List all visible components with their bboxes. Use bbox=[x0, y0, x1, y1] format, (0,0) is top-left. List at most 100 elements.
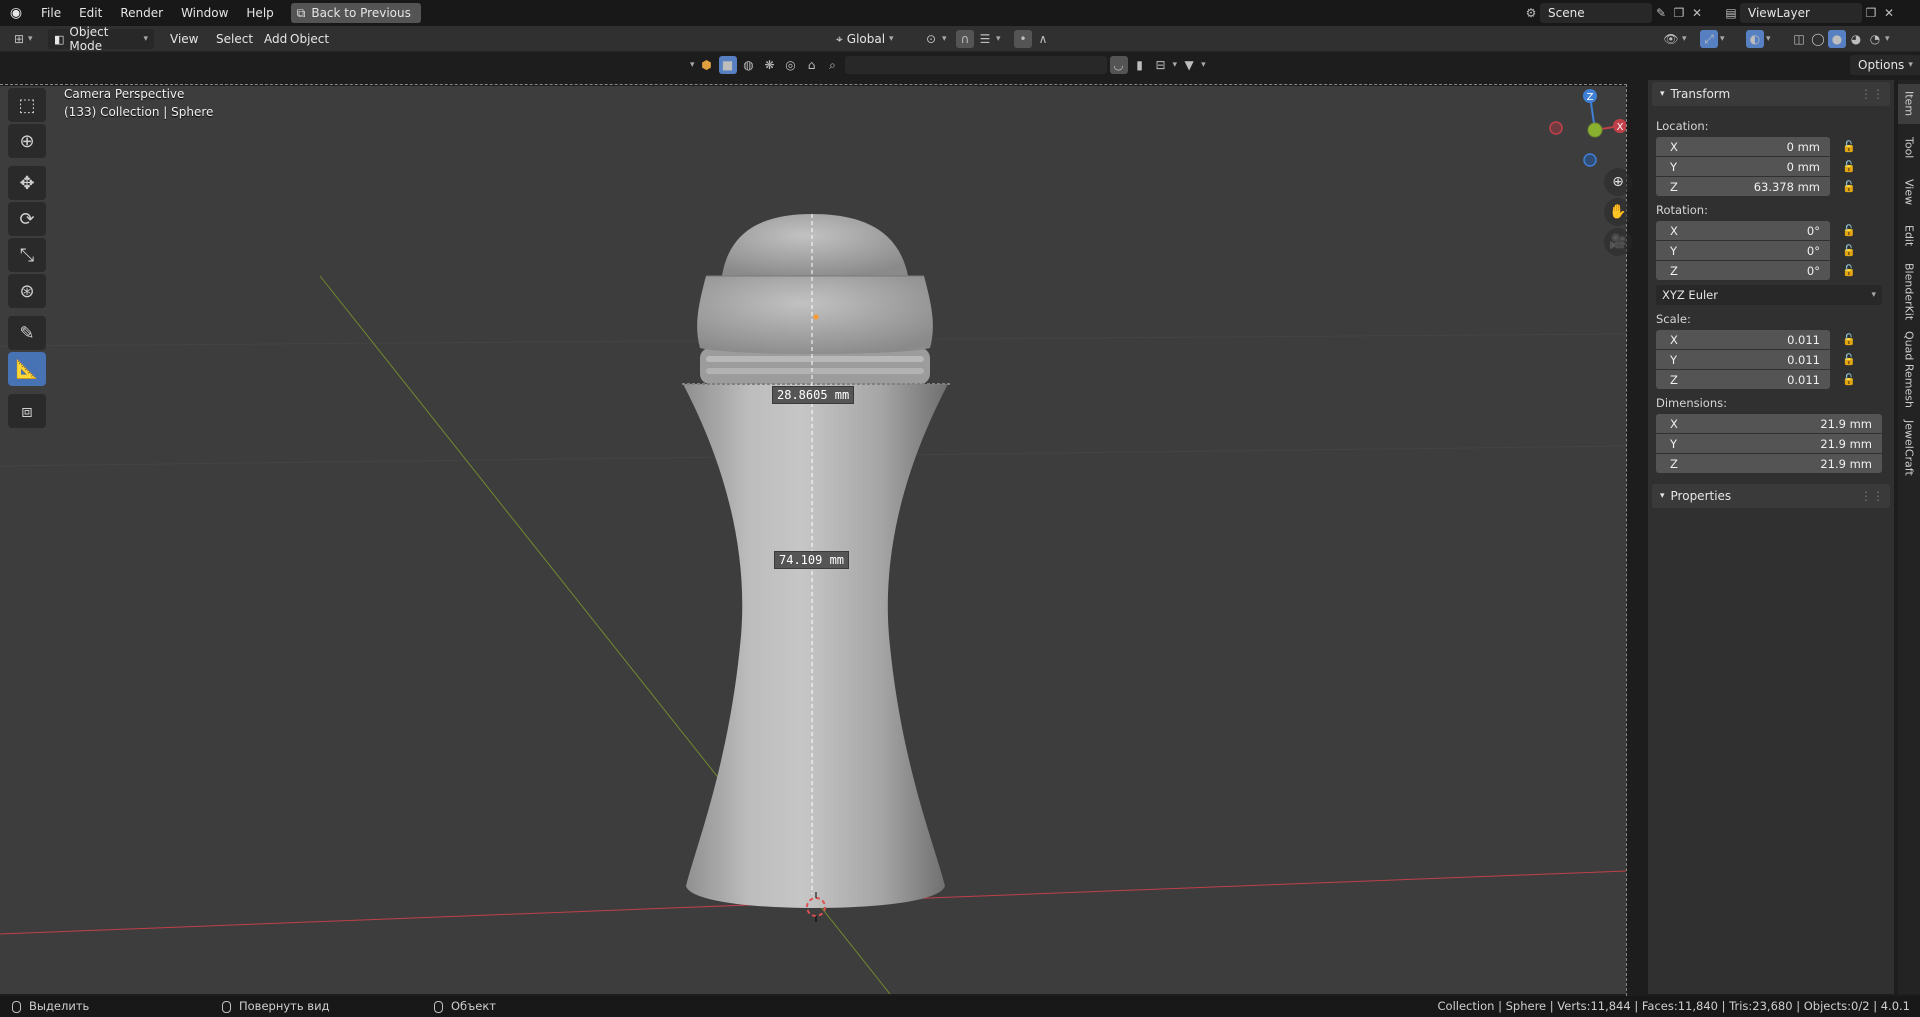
sphere-filter-icon[interactable]: ◍ bbox=[740, 56, 758, 74]
tab-edit[interactable]: Edit bbox=[1898, 216, 1920, 256]
camera-filter-icon[interactable]: ⌂ bbox=[803, 56, 821, 74]
shading-controls[interactable]: ◫ ◯ ● ◕ ◔ ▾ bbox=[1790, 29, 1890, 49]
dimensions-x-field[interactable]: X 21.9 mm bbox=[1656, 414, 1882, 433]
properties-panel-header[interactable]: ▾ Properties ⋮⋮ bbox=[1652, 484, 1890, 508]
lock-icon[interactable]: 🔓 bbox=[1830, 373, 1856, 386]
menu-edit[interactable]: Edit bbox=[70, 0, 111, 26]
new-view-layer-icon[interactable]: ❐ bbox=[1862, 4, 1880, 22]
rotate-tool[interactable]: ⟳ bbox=[8, 202, 46, 236]
gizmo-icon[interactable]: ⤢ bbox=[1700, 30, 1718, 48]
eye-icon[interactable]: 👁 bbox=[1662, 30, 1680, 48]
close-view-layer-icon[interactable]: ✕ bbox=[1880, 4, 1898, 22]
tab-tool[interactable]: Tool bbox=[1898, 128, 1920, 168]
roller-ball[interactable] bbox=[722, 214, 908, 276]
overlays-dropdown[interactable]: ◐ ▾ bbox=[1746, 29, 1771, 49]
lock-icon[interactable]: 🔓 bbox=[1830, 224, 1856, 237]
wireframe-shading-icon[interactable]: ◯ bbox=[1809, 30, 1827, 48]
rotation-mode-dropdown[interactable]: XYZ Euler ▾ bbox=[1656, 285, 1882, 305]
lock-icon[interactable]: 🔓 bbox=[1830, 333, 1856, 346]
material-filter-icon[interactable]: ❋ bbox=[761, 56, 779, 74]
menu-render[interactable]: Render bbox=[111, 0, 172, 26]
tab-quad-remesh[interactable]: Quad Remesh bbox=[1898, 330, 1920, 408]
transform-panel-header[interactable]: ▾ Transform ⋮⋮ bbox=[1652, 82, 1890, 106]
menu-select[interactable]: Select bbox=[210, 26, 259, 52]
tab-jewelcraft[interactable]: JewelCraft bbox=[1898, 414, 1920, 482]
dimensions-y-field[interactable]: Y 21.9 mm bbox=[1656, 434, 1882, 453]
cursor-tool[interactable]: ⊕ bbox=[8, 124, 46, 158]
falloff-icon[interactable]: ∧ bbox=[1034, 30, 1052, 48]
overlays-icon[interactable]: ◐ bbox=[1746, 30, 1764, 48]
menu-file[interactable]: File bbox=[32, 0, 70, 26]
mode-dropdown[interactable]: ◧ Object Mode ▾ bbox=[48, 25, 154, 53]
proportional-editing-controls[interactable]: • ∧ bbox=[1014, 29, 1052, 49]
filter-search-input[interactable] bbox=[844, 56, 1107, 74]
pin-icon[interactable]: ✎ bbox=[1652, 4, 1670, 22]
annotate-tool[interactable]: ✎ bbox=[8, 316, 46, 350]
tab-blenderkit[interactable]: BlenderKit bbox=[1898, 260, 1920, 324]
location-x-field[interactable]: X 0 mm bbox=[1656, 137, 1830, 156]
scale-y-field[interactable]: Y 0.011 bbox=[1656, 350, 1830, 369]
location-z-field[interactable]: Z 63.378 mm bbox=[1656, 177, 1830, 196]
move-tool[interactable]: ✥ bbox=[8, 166, 46, 200]
bottle-body[interactable] bbox=[683, 384, 948, 908]
pan-button[interactable]: ✋ bbox=[1604, 198, 1632, 226]
menu-help[interactable]: Help bbox=[237, 0, 282, 26]
options-dropdown[interactable]: Options ▾ bbox=[1850, 55, 1920, 75]
sort-icon[interactable]: ⊟ bbox=[1152, 56, 1170, 74]
snap-target-icon[interactable]: ☰ bbox=[976, 30, 994, 48]
close-scene-icon[interactable]: ✕ bbox=[1688, 4, 1706, 22]
viewport-gizmos-dropdown[interactable]: ⤢ ▾ bbox=[1700, 29, 1725, 49]
rendered-shading-icon[interactable]: ◔ bbox=[1866, 30, 1884, 48]
select-box-tool[interactable]: ⬚ bbox=[8, 88, 46, 122]
snap-icon[interactable]: ∩ bbox=[956, 30, 974, 48]
menu-object[interactable]: Object bbox=[284, 26, 335, 52]
menu-view[interactable]: View bbox=[164, 26, 204, 52]
scale-tool[interactable]: ⤡ bbox=[8, 238, 46, 272]
drag-handle-icon[interactable]: ⋮⋮ bbox=[1860, 87, 1884, 101]
view-layer-selector[interactable]: ▤ ViewLayer ❐ ✕ bbox=[1722, 3, 1898, 23]
lock-icon[interactable]: 🔓 bbox=[1830, 180, 1856, 193]
lock-icon[interactable]: 🔓 bbox=[1830, 353, 1856, 366]
zoom-button[interactable]: ⊕ bbox=[1604, 168, 1632, 196]
gizmo-neg-z-axis[interactable] bbox=[1583, 153, 1597, 167]
scene-selector[interactable]: ⚙ Scene ✎ ❐ ✕ bbox=[1522, 3, 1706, 23]
blender-logo-icon[interactable]: ◉ bbox=[0, 5, 32, 21]
material-shading-icon[interactable]: ◕ bbox=[1847, 30, 1865, 48]
tab-item[interactable]: Item bbox=[1898, 84, 1920, 124]
scale-z-field[interactable]: Z 0.011 bbox=[1656, 370, 1830, 389]
menu-window[interactable]: Window bbox=[172, 0, 237, 26]
rotation-z-field[interactable]: Z 0° bbox=[1656, 261, 1830, 280]
transform-tool[interactable]: ⊛ bbox=[8, 274, 46, 308]
chevron-down-icon[interactable]: ▾ bbox=[690, 60, 695, 70]
dimensions-z-field[interactable]: Z 21.9 mm bbox=[1656, 454, 1882, 473]
mesh-filter-icon[interactable]: ■ bbox=[718, 56, 737, 74]
xray-icon[interactable]: ◫ bbox=[1790, 30, 1808, 48]
tab-view[interactable]: View bbox=[1898, 172, 1920, 212]
scene-name-field[interactable]: Scene bbox=[1540, 3, 1652, 23]
world-filter-icon[interactable]: ◎ bbox=[782, 56, 800, 74]
location-y-field[interactable]: Y 0 mm bbox=[1656, 157, 1830, 176]
editor-type-dropdown[interactable]: ⊞ ▾ bbox=[10, 29, 33, 49]
bookmark-icon[interactable]: ▮ bbox=[1131, 56, 1149, 74]
gizmo-neg-x-axis[interactable] bbox=[1549, 121, 1563, 135]
new-scene-icon[interactable]: ❐ bbox=[1670, 4, 1688, 22]
gizmo-visibility-dropdown[interactable]: 👁 ▾ bbox=[1662, 29, 1686, 49]
back-to-previous-button[interactable]: ⧉ Back to Previous bbox=[290, 3, 421, 23]
object-types-icon[interactable]: ⬢ bbox=[698, 56, 716, 74]
gizmo-y-axis[interactable] bbox=[1587, 122, 1603, 138]
3d-viewport[interactable]: Z X bbox=[0, 86, 1626, 994]
lock-icon[interactable]: 🔓 bbox=[1830, 160, 1856, 173]
rotation-y-field[interactable]: Y 0° bbox=[1656, 241, 1830, 260]
pivot-point-dropdown[interactable]: ⊙ ▾ bbox=[922, 29, 947, 49]
funnel-icon[interactable]: ▼ bbox=[1180, 56, 1198, 74]
lock-icon[interactable]: 🔓 bbox=[1830, 140, 1856, 153]
scale-x-field[interactable]: X 0.011 bbox=[1656, 330, 1830, 349]
view-layer-name-field[interactable]: ViewLayer bbox=[1740, 3, 1862, 23]
lock-icon[interactable]: 🔓 bbox=[1830, 244, 1856, 257]
solid-shading-icon[interactable]: ● bbox=[1828, 30, 1846, 48]
proportional-edit-icon[interactable]: • bbox=[1014, 30, 1032, 48]
snap-controls[interactable]: ∩ ☰ ▾ bbox=[956, 29, 1001, 49]
drag-handle-icon[interactable]: ⋮⋮ bbox=[1860, 489, 1884, 503]
measure-tool[interactable]: 📐 bbox=[8, 352, 46, 386]
lock-icon[interactable]: 🔓 bbox=[1830, 264, 1856, 277]
